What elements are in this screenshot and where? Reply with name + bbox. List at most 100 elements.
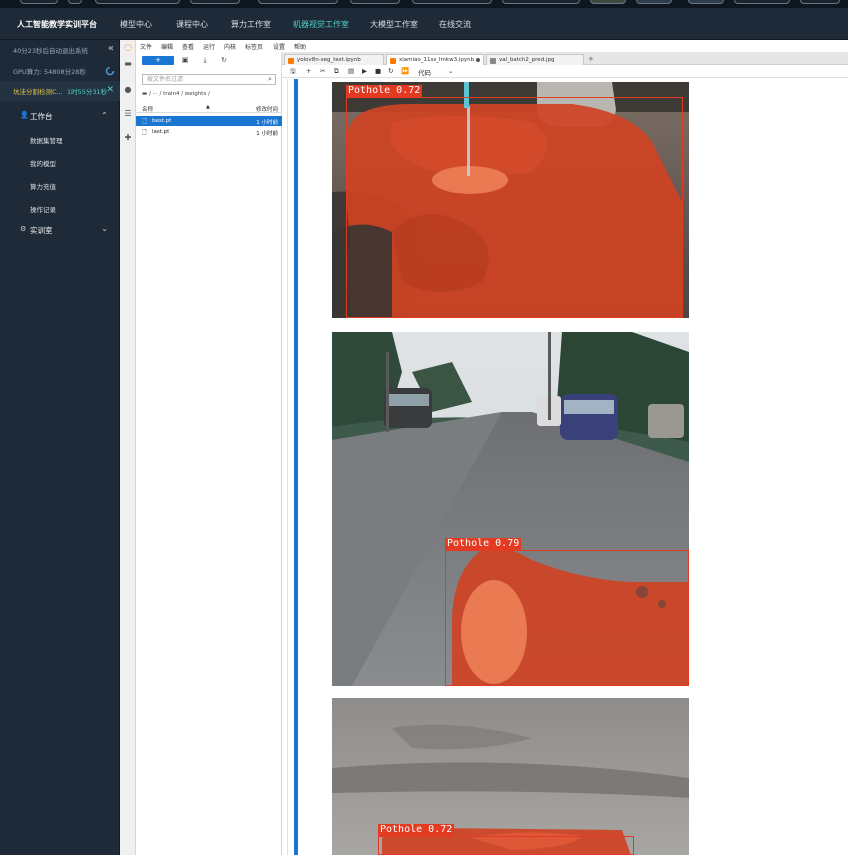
user-icon: 👤 [20, 111, 29, 119]
browser-tab[interactable] [95, 0, 180, 4]
gutter [287, 79, 288, 855]
jupyterlab-window: ◌ ▬ ● ☰ ✚ 文件 编辑 查看 运行 内核 标签页 设置 帮助 + ▣ ⤓… [120, 40, 848, 855]
prediction-image-3: Pothole 0.72 [332, 698, 689, 855]
browser-tab[interactable] [20, 0, 58, 4]
browser-tab[interactable] [590, 0, 626, 4]
sort-arrow-icon: ▲ [206, 104, 210, 110]
browser-tab[interactable] [412, 0, 492, 4]
nav-vision-studio[interactable]: 机器视觉工作室 [293, 19, 349, 30]
menu-view[interactable]: 查看 [182, 42, 194, 51]
run-icon[interactable]: ▶ [362, 67, 367, 75]
detection-label: Pothole 0.79 [445, 538, 522, 550]
new-launcher-button[interactable]: + [142, 56, 174, 65]
folder-icon[interactable]: ▬ [122, 58, 134, 70]
notebook-icon [390, 58, 396, 64]
running-task[interactable]: 坑洼分割检测C... 1时55分31秒 ✕ [0, 81, 120, 101]
running-icon[interactable]: ● [122, 84, 134, 96]
nav-llm-studio[interactable]: 大模型工作室 [370, 19, 418, 30]
browser-tab[interactable] [688, 0, 724, 4]
cell-type-select[interactable]: 代码 [418, 67, 431, 77]
save-icon[interactable]: 🖫 [290, 67, 296, 78]
close-task-icon[interactable]: ✕ [106, 85, 114, 95]
detection-box [346, 97, 683, 318]
new-folder-icon[interactable]: ▣ [180, 56, 190, 65]
tab-val-batch2-pred[interactable]: val_batch2_pred.jpg [486, 54, 584, 65]
browser-tab[interactable] [68, 0, 82, 4]
browser-tab[interactable] [734, 0, 790, 4]
menu-kernel[interactable]: 内核 [224, 42, 236, 51]
menu-workbench[interactable]: 👤 工作台 ⌄ [0, 106, 120, 126]
prediction-image-2: Pothole 0.79 [332, 332, 689, 686]
refresh-icon[interactable] [105, 66, 115, 76]
upload-icon[interactable]: ⤓ [200, 56, 210, 65]
toc-icon[interactable]: ☰ [122, 108, 134, 120]
active-cell-indicator[interactable] [294, 79, 298, 855]
detection-label: Pothole 0.72 [346, 85, 423, 97]
chevron-down-icon: ⌄ [101, 224, 108, 233]
add-tab-icon[interactable]: + [588, 55, 594, 63]
activity-bar: ◌ ▬ ● ☰ ✚ [120, 40, 136, 855]
file-row[interactable]: 🗋 best.pt 1 小时前 [136, 116, 282, 126]
cut-icon[interactable]: ✂ [320, 67, 325, 75]
task-time: 1时55分31秒 [67, 88, 108, 96]
gpu-balance: GPU算力: 54808分28秒 [0, 61, 120, 81]
refresh-icon[interactable]: ↻ [219, 56, 229, 65]
browser-tab[interactable] [190, 0, 240, 4]
copy-icon[interactable]: ⧉ [334, 67, 339, 76]
notebook-icon [288, 58, 294, 64]
image-file-icon [490, 58, 496, 64]
prediction-image-1: Pothole 0.72 [332, 82, 689, 318]
extension-icon[interactable]: ✚ [122, 132, 134, 144]
restart-run-icon[interactable]: ⏩ [401, 67, 409, 75]
document-tabs: yolov8n-seg_test.ipynb xiamiao_11ss_lmkw… [282, 52, 848, 65]
chevron-up-icon: ⌄ [101, 110, 108, 119]
search-icon: ⌕ [268, 75, 272, 83]
platform-brand[interactable]: 人工智能教学实训平台 [17, 19, 97, 30]
unsaved-dot-icon[interactable] [476, 58, 480, 62]
menu-compute-recharge[interactable]: 算力充值 [0, 175, 120, 195]
column-modified[interactable]: 修改时间 [256, 105, 278, 113]
menu-file[interactable]: 文件 [140, 42, 152, 51]
notebook-toolbar: 🖫 + ✂ ⧉ ▤ ▶ ■ ↻ ⏩ 代码 ⌄ [282, 66, 848, 78]
left-sidebar: 40分23秒后自动退出系统 « GPU算力: 54808分28秒 坑洼分割检测C… [0, 40, 120, 855]
chevron-down-icon[interactable]: ⌄ [448, 67, 453, 75]
collapse-sidebar-icon[interactable]: « [108, 43, 114, 54]
menu-help[interactable]: 帮助 [294, 42, 306, 51]
menu-run[interactable]: 运行 [203, 42, 215, 51]
gear-icon: ⚙ [20, 225, 27, 233]
file-icon: 🗋 [142, 118, 147, 125]
stop-icon[interactable]: ■ [375, 67, 381, 75]
menu-training-room[interactable]: ⚙ 实训室 ⌄ [0, 220, 120, 240]
menu-operation-log[interactable]: 操作记录 [0, 198, 120, 218]
file-row[interactable]: 🗋 last.pt 1 小时前 [136, 127, 282, 137]
browser-tab[interactable] [636, 0, 672, 4]
browser-tab-strip [0, 0, 848, 8]
folder-icon: ▬ [142, 91, 148, 97]
menu-my-models[interactable]: 我的模型 [0, 152, 120, 172]
nav-compute-studio[interactable]: 算力工作室 [231, 19, 271, 30]
restart-icon[interactable]: ↻ [388, 67, 393, 75]
top-navigation: 人工智能教学实训平台 模型中心 课程中心 算力工作室 机器视觉工作室 大模型工作… [0, 8, 848, 40]
nav-model-center[interactable]: 模型中心 [120, 19, 152, 30]
menu-dataset-management[interactable]: 数据集管理 [0, 129, 120, 149]
menu-tabs[interactable]: 标签页 [245, 42, 263, 51]
browser-tab[interactable] [800, 0, 840, 4]
jupyter-logo-icon: ◌ [124, 43, 132, 53]
detection-label: Pothole 0.72 [378, 824, 455, 836]
tab-yolov8n-seg-test[interactable]: yolov8n-seg_test.ipynb [284, 54, 384, 65]
browser-tab[interactable] [502, 0, 580, 4]
tab-xiamiao-notebook[interactable]: xiamiao_11ss_lmkw3.ipynb [386, 54, 484, 65]
menu-edit[interactable]: 编辑 [161, 42, 173, 51]
nav-online-chat[interactable]: 在线交流 [439, 19, 471, 30]
add-cell-icon[interactable]: + [306, 67, 311, 75]
browser-tab[interactable] [350, 0, 400, 4]
menu-settings[interactable]: 设置 [273, 42, 285, 51]
nav-course-center[interactable]: 课程中心 [176, 19, 208, 30]
browser-tab[interactable] [258, 0, 338, 4]
file-filter-input[interactable]: 按文件名过滤 ⌕ [142, 74, 276, 85]
column-name[interactable]: 名称 [142, 105, 153, 113]
breadcrumb[interactable]: ▬ / ··· / train4 / weights / [142, 91, 210, 97]
detection-box [445, 550, 689, 686]
detection-box [378, 836, 634, 855]
paste-icon[interactable]: ▤ [348, 67, 354, 75]
